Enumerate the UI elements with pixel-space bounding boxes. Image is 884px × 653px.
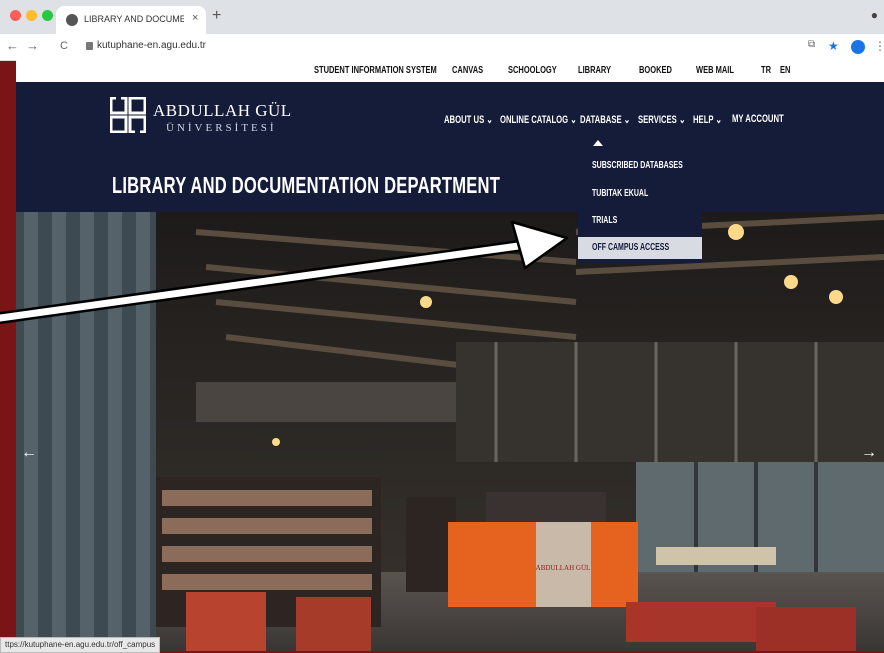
logo-name: ABDULLAH GÜL xyxy=(153,101,292,120)
profile-dot-icon[interactable]: ● xyxy=(871,8,878,22)
department-title: LIBRARY AND DOCUMENTATION DEPARTMENT xyxy=(112,172,501,198)
logo-subtitle: ÜNİVERSİTESİ xyxy=(166,122,277,134)
nav-lang-en[interactable]: EN xyxy=(780,65,790,76)
desk-sign: ABDULLAH GÜL xyxy=(536,564,591,572)
minimize-window-dot[interactable] xyxy=(26,10,37,21)
favicon-icon xyxy=(66,14,78,26)
university-logo-icon[interactable] xyxy=(110,97,146,133)
site-header: ABDULLAH GÜL ÜNİVERSİTESİ ABOUT US ⌄ ONL… xyxy=(16,82,884,212)
slider-next-button[interactable]: → xyxy=(856,440,882,466)
browser-tab-bar: LIBRARY AND DOCUMENTATIC × + ● xyxy=(0,0,884,34)
menu-online-catalog[interactable]: ONLINE CATALOG ⌄ xyxy=(500,113,577,126)
tab-title: LIBRARY AND DOCUMENTATIC xyxy=(84,14,184,24)
nav-booked[interactable]: BOOKED xyxy=(639,65,672,76)
dropdown-item-subscribed-databases[interactable]: SUBSCRIBED DATABASES xyxy=(578,155,702,177)
browser-menu-icon[interactable]: ⋮ xyxy=(874,39,884,53)
dropdown-item-trials[interactable]: TRIALS xyxy=(578,210,702,232)
library-interior-photo: ABDULLAH GÜL xyxy=(16,212,884,651)
translate-icon[interactable]: ⧉ xyxy=(808,39,815,50)
new-tab-button[interactable]: + xyxy=(212,7,221,25)
dropdown-item-off-campus-access[interactable]: OFF CAMPUS ACCESS xyxy=(578,237,702,259)
extension-icon[interactable] xyxy=(851,40,865,54)
browser-toolbar: ← → C kutuphane-en.agu.edu.tr ⧉ ★ ⋮ xyxy=(0,34,884,61)
slider-prev-button[interactable]: ← xyxy=(16,440,42,466)
nav-schoology[interactable]: SCHOOLOGY xyxy=(508,65,557,76)
menu-database[interactable]: DATABASE ⌄ xyxy=(580,113,630,126)
database-dropdown-menu: SUBSCRIBED DATABASES TUBITAK EKUAL TRIAL… xyxy=(578,153,702,263)
dropdown-item-tubitak-ekual[interactable]: TUBITAK EKUAL xyxy=(578,183,702,205)
tab-close-icon[interactable]: × xyxy=(192,12,198,24)
browser-tab[interactable]: LIBRARY AND DOCUMENTATIC × xyxy=(56,6,206,34)
back-button[interactable]: ← xyxy=(6,38,19,53)
nav-student-info[interactable]: STUDENT INFORMATION SYSTEM xyxy=(314,65,437,76)
dropdown-caret-icon xyxy=(593,140,603,146)
menu-about-us[interactable]: ABOUT US ⌄ xyxy=(444,113,493,126)
close-window-dot[interactable] xyxy=(10,10,21,21)
library-hero-image: ABDULLAH GÜL ← → xyxy=(16,212,884,651)
nav-library[interactable]: LIBRARY xyxy=(578,65,611,76)
menu-help[interactable]: HELP ⌄ xyxy=(693,113,722,126)
nav-canvas[interactable]: CANVAS xyxy=(452,65,483,76)
nav-webmail[interactable]: WEB MAIL xyxy=(696,65,734,76)
menu-services[interactable]: SERVICES ⌄ xyxy=(638,113,685,126)
reload-button[interactable]: C xyxy=(60,40,68,52)
menu-my-account[interactable]: MY ACCOUNT xyxy=(732,113,784,125)
lock-icon xyxy=(86,42,93,50)
bookmark-star-icon[interactable]: ★ xyxy=(828,39,839,53)
top-utility-nav: STUDENT INFORMATION SYSTEM CANVAS SCHOOL… xyxy=(16,60,884,82)
screenshot-frame: LIBRARY AND DOCUMENTATIC × + ● ← → C kut… xyxy=(0,0,884,653)
forward-button[interactable]: → xyxy=(26,38,39,53)
nav-lang-tr[interactable]: TR xyxy=(761,65,771,76)
maximize-window-dot[interactable] xyxy=(42,10,53,21)
address-bar[interactable]: kutuphane-en.agu.edu.tr xyxy=(97,40,206,51)
